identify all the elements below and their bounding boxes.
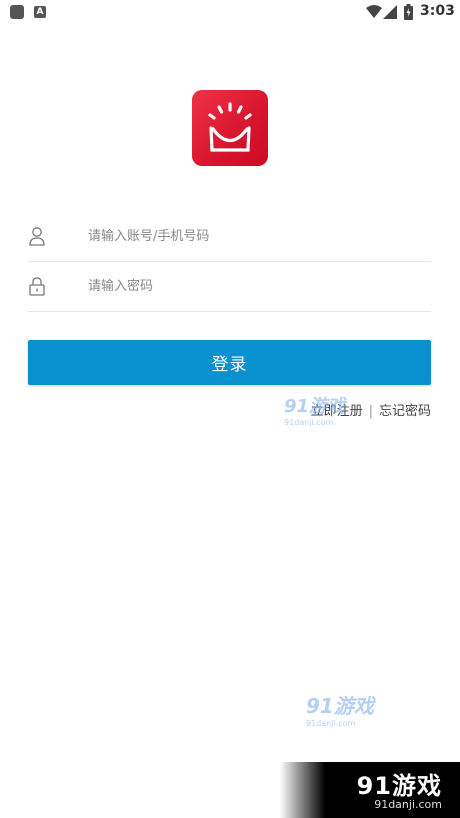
watermark-brand: 91游戏: [284, 396, 346, 417]
wifi-icon: [366, 5, 382, 18]
account-input[interactable]: [88, 223, 418, 249]
corner-watermark-url: 91danji.com: [374, 798, 442, 811]
forgot-password-link[interactable]: 忘记密码: [379, 404, 431, 419]
battery-icon: [404, 4, 413, 20]
app-notification-icon: [10, 5, 24, 19]
watermark-brand: 91游戏: [306, 694, 374, 718]
user-icon: [29, 227, 45, 246]
password-input[interactable]: [88, 273, 418, 299]
app-logo: [192, 90, 268, 166]
account-field-row: [28, 211, 431, 262]
clock: 3:03: [420, 3, 455, 19]
password-field-row: [28, 261, 431, 312]
lock-icon: [29, 277, 45, 296]
link-separator: |: [368, 404, 373, 419]
watermark-91youxi: 91游戏 91danji.com: [284, 392, 345, 427]
corner-watermark: 91游戏 91danji.com: [280, 762, 460, 818]
login-button[interactable]: 登录: [28, 340, 431, 385]
a-badge-icon: A: [34, 6, 46, 18]
status-bar: A 3:03: [0, 0, 460, 24]
corner-watermark-brand: 91游戏: [356, 772, 442, 800]
smile-shopping-bag-icon: [208, 102, 252, 152]
watermark-91youxi-lower: 91游戏 91danji.com: [306, 690, 374, 728]
watermark-url: 91danji.com: [306, 719, 356, 728]
signal-icon: [383, 5, 397, 19]
watermark-url: 91danji.com: [284, 418, 334, 427]
